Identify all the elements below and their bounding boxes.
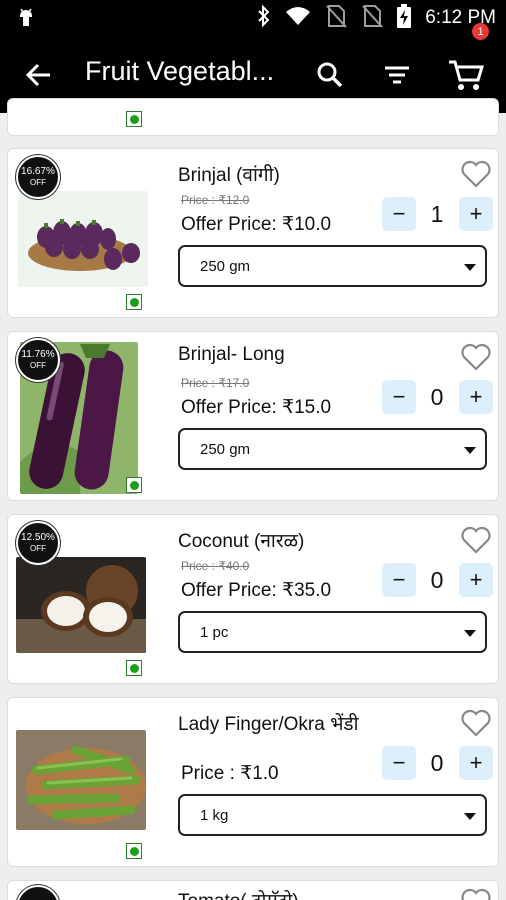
increase-quantity-button[interactable]: + [459,746,493,780]
unit-select-value: 250 gm [200,441,251,458]
quantity-value: 0 [430,384,444,410]
wifi-icon [285,6,311,31]
heart-icon[interactable] [460,708,492,738]
original-price: Price : ₹40.0 [181,559,250,573]
android-icon [16,6,36,33]
product-image [16,557,146,653]
unit-select-value: 250 gm [200,258,251,275]
no-sim-icon [361,4,383,33]
increase-quantity-button[interactable]: + [459,380,493,414]
battery-charging-icon [397,3,412,33]
filter-icon[interactable] [380,58,414,92]
dropdown-caret-icon [464,813,476,820]
product-name[interactable]: Coconut (नारळ) [178,527,304,553]
product-image [18,191,148,287]
discount-badge: 12.50% OFF [16,521,60,565]
page-title: Fruit Vegetabl... [85,56,275,86]
offer-price: Offer Price: ₹35.0 [181,580,332,601]
cart-icon[interactable] [446,56,486,94]
offer-price: Offer Price: ₹15.0 [181,397,332,418]
search-icon[interactable] [313,58,347,92]
decrease-quantity-button[interactable]: − [382,563,416,597]
veg-icon [126,477,142,493]
heart-icon[interactable] [460,525,492,555]
discount-badge: 11.76% OFF [16,338,60,382]
increase-quantity-button[interactable]: + [459,197,493,231]
back-arrow-icon[interactable] [22,58,56,92]
price: Price : ₹1.0 [181,763,279,784]
no-sim-icon [325,4,347,33]
product-card[interactable]: 16.67% OFF Brinjal (वांगी) Price : ₹12.0 … [7,148,499,318]
dropdown-caret-icon [464,630,476,637]
offer-price: Offer Price: ₹10.0 [181,214,332,235]
decrease-quantity-button[interactable]: − [382,380,416,414]
decrease-quantity-button[interactable]: − [382,197,416,231]
heart-icon[interactable] [460,342,492,372]
unit-select[interactable]: 250 gm [178,428,487,470]
product-name[interactable]: Tomato( टोमॅटो) [178,887,299,900]
product-name[interactable]: Lady Finger/Okra भेंडी [178,710,359,736]
unit-select-value: 1 pc [200,624,229,641]
product-card[interactable]: Tomato( टोमॅटो) [7,880,499,900]
discount-badge [16,885,60,900]
veg-icon [126,111,142,127]
status-bar: 6:12 PM [0,0,506,36]
heart-icon[interactable] [460,887,492,900]
cart-count-badge: 1 [472,23,489,40]
veg-icon [126,294,142,310]
veg-icon [126,660,142,676]
heart-icon[interactable] [460,159,492,189]
quantity-value: 1 [430,201,444,227]
original-price: Price : ₹17.0 [181,376,250,390]
unit-select[interactable]: 250 gm [178,245,487,287]
dropdown-caret-icon [464,264,476,271]
discount-badge: 16.67% OFF [16,155,60,199]
veg-icon [126,843,142,859]
quantity-value: 0 [430,567,444,593]
product-card [7,98,499,136]
product-card[interactable]: 12.50% OFF Coconut (नारळ) Price : ₹40.0 O… [7,514,499,684]
product-card[interactable]: Lady Finger/Okra भेंडी Price : ₹1.0 − 0 … [7,697,499,867]
product-card[interactable]: 11.76% OFF Brinjal- Long Price : ₹17.0 Of… [7,331,499,501]
decrease-quantity-button[interactable]: − [382,746,416,780]
bluetooth-icon [257,4,271,32]
unit-select[interactable]: 1 kg [178,794,487,836]
dropdown-caret-icon [464,447,476,454]
increase-quantity-button[interactable]: + [459,563,493,597]
unit-select-value: 1 kg [200,807,229,824]
product-name[interactable]: Brinjal- Long [178,344,285,366]
product-image [16,730,146,830]
product-name[interactable]: Brinjal (वांगी) [178,161,280,187]
quantity-value: 0 [430,750,444,776]
original-price: Price : ₹12.0 [181,193,250,207]
unit-select[interactable]: 1 pc [178,611,487,653]
